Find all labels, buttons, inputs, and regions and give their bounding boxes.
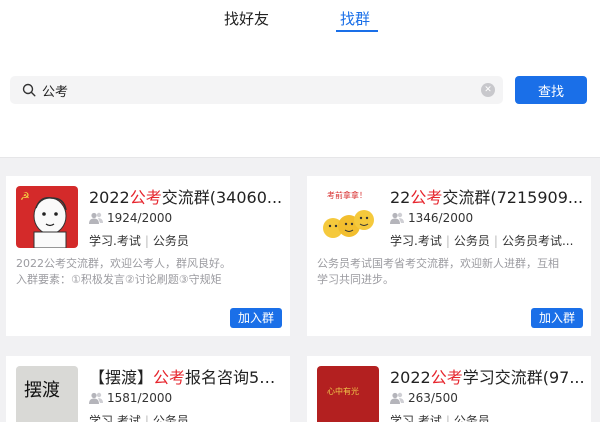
svg-text:☭: ☭	[20, 190, 30, 203]
group-avatar: 心中有光	[317, 366, 379, 422]
tag: 公务员	[152, 414, 189, 422]
members-icon	[89, 212, 103, 224]
tag: 学习.考试	[390, 414, 442, 422]
group-tags: 学习.考试 | 公务员	[390, 412, 490, 422]
member-count: 1924/2000	[89, 211, 172, 225]
group-card[interactable]: ☭ 2022公考交流群(34060... 1924/2000 学习.考试 | 公务员…	[6, 176, 290, 336]
clear-icon[interactable]: ✕	[481, 83, 495, 97]
tag: 学习.考试	[89, 414, 141, 422]
active-tab-indicator	[336, 30, 378, 32]
search-bar: ✕	[10, 76, 503, 104]
tab-bar: 找好友 找群	[0, 0, 600, 50]
group-description: 公务员考试国考省考交流群，欢迎新人进群，互相 学习共同进步。	[317, 257, 559, 286]
group-card[interactable]: 考前拿拿！ 22公考交流群(7215909... 1346/2000 学习.考试…	[307, 176, 591, 336]
tag: 学习.考试	[89, 234, 141, 248]
members-icon	[390, 392, 404, 404]
search-input[interactable]	[42, 76, 472, 104]
tag: 公务员	[152, 234, 189, 248]
member-count: 1346/2000	[390, 211, 473, 225]
join-group-button[interactable]: 加入群	[230, 308, 282, 328]
group-name: 2022公考交流群(34060...	[89, 188, 283, 207]
group-tags: 学习.考试 | 公务员	[89, 412, 189, 422]
group-name: 22公考交流群(7215909...	[390, 188, 584, 207]
tag: 公务员	[453, 414, 490, 422]
tag: 学习.考试	[390, 234, 442, 248]
search-button[interactable]: 查找	[515, 76, 587, 104]
member-count-text: 1924/2000	[107, 211, 173, 225]
group-name: 【摆渡】公考报名咨询5群...	[89, 368, 285, 387]
group-name: 2022公考学习交流群(97...	[390, 368, 585, 387]
join-group-button[interactable]: 加入群	[531, 308, 583, 328]
members-icon	[89, 392, 103, 404]
members-icon	[390, 212, 404, 224]
search-icon	[22, 83, 36, 97]
tab-find-group[interactable]: 找群	[340, 8, 370, 29]
member-count: 1581/2000	[89, 391, 172, 405]
group-avatar: ☭	[16, 186, 78, 248]
svg-text:考前拿拿！: 考前拿拿！	[327, 190, 367, 200]
group-avatar: 考前拿拿！	[317, 186, 379, 248]
tag: 公务员考试...	[501, 234, 574, 248]
tag: 公务员	[453, 234, 490, 248]
group-tags: 学习.考试 | 公务员 | 公务员考试...	[390, 234, 574, 248]
group-description: 2022公考交流群，欢迎公考人，群风良好。 入群要素：①积极发言②讨论刷题③守规矩	[16, 257, 231, 286]
svg-text:心中有光: 心中有光	[327, 386, 359, 396]
member-count-text: 1581/2000	[107, 391, 173, 405]
group-results-list: ☭ 2022公考交流群(34060... 1924/2000 学习.考试 | 公务员…	[0, 157, 600, 422]
svg-text:摆渡: 摆渡	[24, 380, 60, 401]
member-count-text: 1346/2000	[408, 211, 474, 225]
tab-find-friends[interactable]: 找好友	[224, 8, 269, 29]
member-count-text: 263/500	[408, 391, 458, 405]
group-avatar: 摆渡	[16, 366, 78, 422]
group-tags: 学习.考试 | 公务员	[89, 234, 189, 248]
group-card[interactable]: 心中有光 2022公考学习交流群(97... 263/500 学习.考试 | 公务员	[307, 356, 591, 422]
member-count: 263/500	[390, 391, 458, 405]
group-card[interactable]: 摆渡 【摆渡】公考报名咨询5群... 1581/2000 学习.考试 | 公务员	[6, 356, 290, 422]
